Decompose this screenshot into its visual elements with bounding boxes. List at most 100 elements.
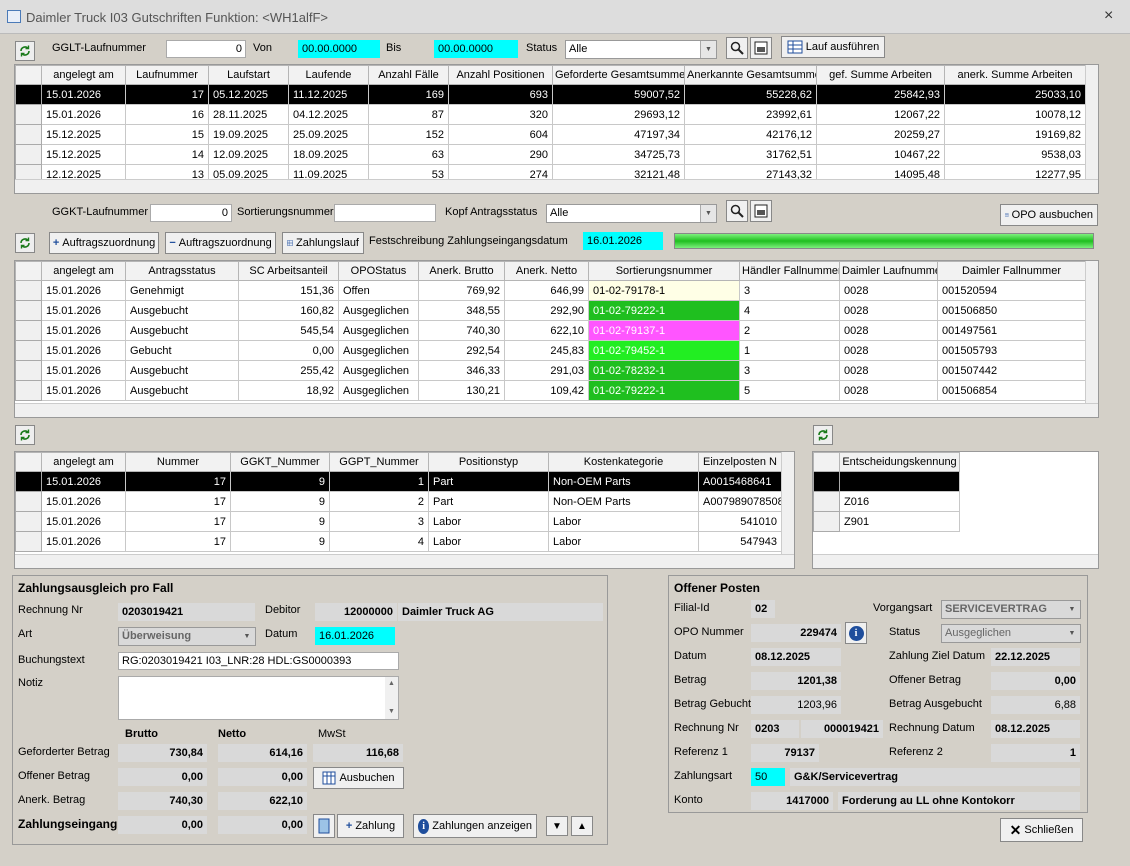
kopf-select[interactable]: Alle ▼ [546, 204, 717, 223]
fest-date-field[interactable]: 16.01.2026 [583, 232, 663, 250]
table-cell[interactable]: Non-OEM Parts [548, 491, 699, 512]
table-cell[interactable]: Ausgeglichen [338, 380, 419, 401]
table-cell[interactable]: 0028 [839, 380, 938, 401]
ein-brutto-field[interactable]: 0,00 [118, 816, 207, 834]
table-cell[interactable]: 15.01.2026 [41, 280, 126, 301]
table-cell[interactable]: 0028 [839, 300, 938, 321]
row-selector[interactable] [813, 471, 840, 492]
column-header[interactable]: Entscheidungskennung [839, 452, 960, 472]
column-header[interactable]: anerk. Summe Arbeiten [944, 65, 1086, 85]
table-cell[interactable]: 151,36 [238, 280, 339, 301]
sort-input[interactable] [334, 204, 436, 222]
table-cell[interactable]: 17 [125, 84, 209, 105]
table-cell[interactable]: 9 [230, 491, 330, 512]
table-cell[interactable]: 001507442 [937, 360, 1086, 381]
table-cell[interactable]: Labor [548, 531, 699, 552]
table-cell[interactable]: 693 [448, 84, 553, 105]
table-row[interactable]: 15.12.2025 14 12.09.2025 18.09.2025 63 290 347… [15, 144, 1086, 165]
document-button[interactable] [313, 814, 335, 838]
table-cell[interactable]: 740,30 [418, 320, 505, 341]
table-cell[interactable]: 15.01.2026 [41, 511, 126, 532]
table-cell[interactable]: 12.09.2025 [208, 144, 289, 165]
table-cell[interactable]: 19.09.2025 [208, 124, 289, 145]
table-row[interactable]: 15.01.2026 17 9 4 Labor Labor 547943 [15, 531, 782, 552]
ggkt-input[interactable]: 0 [150, 204, 232, 222]
table-cell[interactable]: Ausgebucht [125, 380, 239, 401]
table-cell[interactable]: 01-02-79137-1 [588, 320, 740, 341]
table-cell[interactable]: 25.09.2025 [288, 124, 369, 145]
table-cell[interactable]: 01-02-79222-1 [588, 300, 740, 321]
table-cell[interactable]: Gebucht [125, 340, 239, 361]
table-row[interactable]: 15.01.2026 17 05.12.2025 11.12.2025 169 693 59… [15, 84, 1086, 105]
gglt-input[interactable]: 0 [166, 40, 246, 58]
table-cell[interactable]: 001497561 [937, 320, 1086, 341]
table-row[interactable]: 15.01.2026 Gebucht 0,00 Ausgeglichen 292,54 2… [15, 340, 1086, 361]
table-cell[interactable]: 547943 [698, 531, 782, 552]
horizontal-scrollbar[interactable] [813, 554, 1098, 568]
table-cell[interactable]: 19169,82 [944, 124, 1086, 145]
search-button[interactable] [726, 37, 748, 59]
column-header[interactable]: Sortierungsnummer [588, 261, 740, 281]
table-cell[interactable]: 3 [739, 280, 840, 301]
table-cell[interactable]: Ausgebucht [125, 320, 239, 341]
table-cell[interactable]: 15.01.2026 [41, 380, 126, 401]
table-cell[interactable]: 01-02-79178-1 [588, 280, 740, 301]
row-selector[interactable] [813, 491, 840, 512]
table-cell[interactable]: 001506850 [937, 300, 1086, 321]
table-cell[interactable]: 4 [739, 300, 840, 321]
row-selector[interactable] [15, 340, 42, 361]
column-header[interactable]: angelegt am [41, 65, 126, 85]
table-cell[interactable]: 346,33 [418, 360, 505, 381]
column-header[interactable]: Anzahl Fälle [368, 65, 449, 85]
table-cell[interactable]: 05.12.2025 [208, 84, 289, 105]
table-row[interactable] [813, 471, 1099, 492]
table-cell[interactable]: 04.12.2025 [288, 104, 369, 125]
table-cell[interactable]: Offen [338, 280, 419, 301]
table-cell[interactable]: 5 [739, 380, 840, 401]
column-header[interactable]: GGKT_Nummer [230, 452, 330, 472]
horizontal-scrollbar[interactable] [15, 403, 1098, 417]
column-header[interactable]: Laufende [288, 65, 369, 85]
table-cell[interactable]: 0028 [839, 360, 938, 381]
table-cell[interactable]: 15 [125, 124, 209, 145]
column-header[interactable]: Einzelposten N [698, 452, 782, 472]
table-row[interactable]: 15.01.2026 Ausgebucht 18,92 Ausgeglichen 130… [15, 380, 1086, 401]
column-header[interactable]: angelegt am [41, 261, 126, 281]
table-cell[interactable]: 25842,93 [816, 84, 945, 105]
refresh-icon[interactable] [15, 425, 35, 445]
table-cell[interactable]: 34725,73 [552, 144, 685, 165]
add-zuordnung-button[interactable]: + Auftragszuordnung [49, 232, 159, 254]
column-header[interactable]: Positionstyp [428, 452, 549, 472]
table-cell[interactable]: 646,99 [504, 280, 589, 301]
table-cell[interactable]: Labor [548, 511, 699, 532]
table-cell[interactable]: 29693,12 [552, 104, 685, 125]
table-cell[interactable]: 10467,22 [816, 144, 945, 165]
table-cell[interactable]: Genehmigt [125, 280, 239, 301]
notiz-textarea[interactable] [118, 676, 399, 720]
opo-info-button[interactable]: i [845, 622, 867, 644]
table-cell[interactable]: 31762,51 [684, 144, 817, 165]
table-cell[interactable]: 001520594 [937, 280, 1086, 301]
table-cell[interactable]: 1 [329, 471, 429, 492]
vorgang-select[interactable]: SERVICEVERTRAG ▼ [941, 600, 1081, 619]
column-header[interactable]: Daimler Fallnummer [937, 261, 1086, 281]
search-button-2[interactable] [726, 200, 748, 222]
vertical-scrollbar[interactable] [1085, 65, 1098, 179]
table-cell[interactable]: 255,42 [238, 360, 339, 381]
table-cell[interactable]: 109,42 [504, 380, 589, 401]
table-cell[interactable]: Ausgebucht [125, 300, 239, 321]
datum-field[interactable]: 16.01.2026 [315, 627, 395, 645]
row-selector[interactable] [15, 471, 42, 492]
table-cell[interactable]: 17 [125, 491, 231, 512]
table-cell[interactable]: Ausgeglichen [338, 360, 419, 381]
column-header[interactable]: Antragsstatus [125, 261, 239, 281]
table-row[interactable]: 15.01.2026 Ausgebucht 545,54 Ausgeglichen 74… [15, 320, 1086, 341]
column-header[interactable]: Anerk. Brutto [418, 261, 505, 281]
table-cell[interactable]: 16 [125, 104, 209, 125]
table-cell[interactable]: 152 [368, 124, 449, 145]
table-cell[interactable]: 9 [230, 471, 330, 492]
zahlungen-anzeigen-button[interactable]: i Zahlungen anzeigen [413, 814, 537, 838]
table-cell[interactable]: 15.01.2026 [41, 320, 126, 341]
ausbuchen-button[interactable]: Ausbuchen [313, 767, 404, 789]
table-cell[interactable]: 15.01.2026 [41, 471, 126, 492]
